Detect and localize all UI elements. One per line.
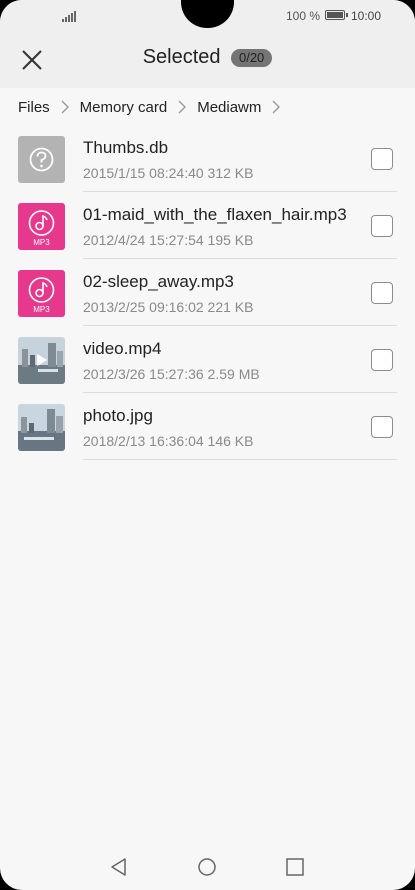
file-row-mp3-2[interactable]: MP3 02-sleep_away.mp3 2013/2/25 09:16:02… bbox=[0, 259, 415, 326]
back-icon bbox=[111, 858, 126, 876]
file-meta: 2018/2/13 16:36:04 146 KB bbox=[83, 433, 254, 449]
file-checkbox[interactable] bbox=[371, 215, 393, 237]
battery-icon bbox=[325, 10, 348, 20]
file-name: Thumbs.db bbox=[83, 138, 169, 157]
status-time: 10:00 bbox=[351, 9, 382, 23]
system-nav-bar bbox=[0, 848, 415, 890]
app-header: Selected 0/20 bbox=[0, 32, 415, 88]
selection-count-badge: 0/20 bbox=[230, 48, 273, 67]
file-name: photo.jpg bbox=[83, 406, 153, 425]
file-checkbox[interactable] bbox=[371, 416, 393, 438]
nav-home-button[interactable] bbox=[196, 856, 218, 878]
chevron-right-icon bbox=[178, 100, 187, 114]
mp3-icon: MP3 bbox=[18, 270, 65, 317]
battery-percent: 100 % bbox=[286, 9, 321, 23]
camera-notch bbox=[181, 0, 234, 28]
file-meta: 2012/4/24 15:27:54 195 KB bbox=[83, 232, 254, 248]
unknown-file-icon bbox=[18, 136, 65, 183]
mp3-label: MP3 bbox=[33, 305, 50, 314]
file-meta: 2012/3/26 15:27:36 2.59 MB bbox=[83, 366, 260, 382]
file-meta: 2015/1/15 08:24:40 312 KB bbox=[83, 165, 254, 181]
breadcrumb-files[interactable]: Files bbox=[18, 99, 50, 116]
file-checkbox[interactable] bbox=[371, 148, 393, 170]
file-checkbox[interactable] bbox=[371, 349, 393, 371]
recents-icon bbox=[286, 858, 304, 876]
photo-thumbnail bbox=[18, 404, 65, 451]
nav-recents-button[interactable] bbox=[284, 856, 306, 878]
divider bbox=[83, 459, 397, 460]
video-thumbnail bbox=[18, 337, 65, 384]
file-name: 01-maid_with_the_flaxen_hair.mp3 bbox=[83, 205, 347, 224]
breadcrumb: Files Memory card Mediawm bbox=[18, 96, 291, 118]
file-list: Thumbs.db 2015/1/15 08:24:40 312 KB MP3 … bbox=[0, 125, 415, 460]
file-row-thumbs-db[interactable]: Thumbs.db 2015/1/15 08:24:40 312 KB bbox=[0, 125, 415, 192]
file-row-video[interactable]: video.mp4 2012/3/26 15:27:36 2.59 MB bbox=[0, 326, 415, 393]
chevron-right-icon bbox=[272, 100, 281, 114]
file-meta: 2013/2/25 09:16:02 221 KB bbox=[83, 299, 254, 315]
title-area: Selected 0/20 bbox=[0, 46, 415, 69]
breadcrumb-memory-card[interactable]: Memory card bbox=[80, 99, 168, 116]
home-icon bbox=[198, 858, 216, 876]
file-checkbox[interactable] bbox=[371, 282, 393, 304]
screen: 100 % 10:00 Selected 0/20 Files Memory c… bbox=[0, 0, 415, 890]
file-name: 02-sleep_away.mp3 bbox=[83, 272, 234, 291]
mp3-icon: MP3 bbox=[18, 203, 65, 250]
page-title: Selected bbox=[142, 46, 221, 68]
status-bar: 100 % 10:00 bbox=[0, 0, 415, 32]
file-name: video.mp4 bbox=[83, 339, 162, 358]
nav-back-button[interactable] bbox=[108, 856, 130, 878]
chevron-right-icon bbox=[61, 100, 69, 114]
mp3-label: MP3 bbox=[33, 238, 50, 247]
breadcrumb-mediawm[interactable]: Mediawm bbox=[197, 99, 261, 116]
signal-strength-icon bbox=[62, 10, 78, 22]
file-row-photo[interactable]: photo.jpg 2018/2/13 16:36:04 146 KB bbox=[0, 393, 415, 460]
file-row-mp3-1[interactable]: MP3 01-maid_with_the_flaxen_hair.mp3 201… bbox=[0, 192, 415, 259]
